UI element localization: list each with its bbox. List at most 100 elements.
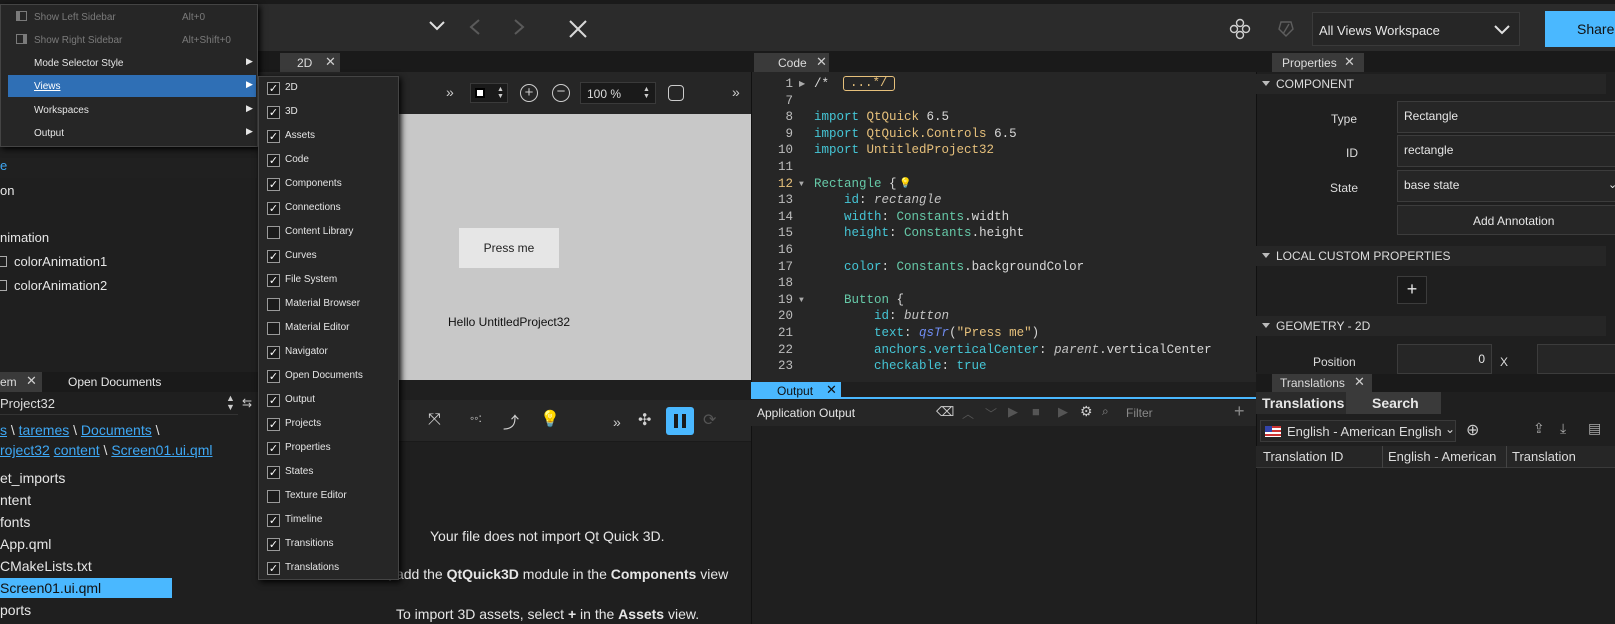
id-field[interactable]: rectangle: [1397, 135, 1615, 167]
code-line[interactable]: 1 ▶ /* ...*/: [751, 76, 1256, 93]
file-item[interactable]: fonts: [0, 514, 30, 530]
checkbox-checked-icon[interactable]: ✓: [267, 562, 280, 575]
background-color-selector[interactable]: ▲ ▼: [470, 83, 508, 103]
code-line[interactable]: 10 import UntitledProject32: [751, 142, 1256, 159]
overflow-icon[interactable]: »: [446, 84, 454, 100]
components-icon[interactable]: [1229, 18, 1251, 40]
navigator-item[interactable]: nimation: [0, 230, 49, 245]
breadcrumb-link[interactable]: Screen01.ui.qml: [111, 442, 212, 458]
checkbox-checked-icon[interactable]: ✓: [267, 370, 280, 383]
checkbox-checked-icon[interactable]: ✓: [267, 202, 280, 215]
file-item[interactable]: et_imports: [0, 470, 65, 486]
back-arrow-icon[interactable]: [468, 18, 482, 36]
code-line[interactable]: 14 width: Constants.width: [751, 209, 1256, 226]
checkbox-checked-icon[interactable]: ✓: [267, 250, 280, 263]
canvas-2d[interactable]: [390, 114, 751, 380]
lightbulb-icon[interactable]: 💡: [899, 176, 911, 193]
view-menu-item[interactable]: Content Library: [259, 221, 397, 244]
view-menu-item[interactable]: ✓ Translations: [259, 557, 397, 580]
menu-item-workspaces[interactable]: Workspaces ▶: [8, 99, 256, 121]
tab-code[interactable]: Code ✕: [754, 53, 829, 72]
import-icon[interactable]: ⤓: [1560, 420, 1566, 437]
menu-item-show-right-sidebar[interactable]: Show Right Sidebar Alt+Shift+0: [8, 29, 256, 51]
filter-input[interactable]: ⌕ Filter: [1100, 403, 1230, 423]
type-field[interactable]: Rectangle: [1397, 101, 1615, 133]
code-line[interactable]: 13 id: rectangle: [751, 192, 1256, 209]
checkbox-checked-icon[interactable]: ✓: [267, 106, 280, 119]
view-menu-item[interactable]: ✓ States: [259, 461, 397, 484]
menu-item-mode-selector-style[interactable]: Mode Selector Style ▶: [8, 52, 256, 74]
tab-file-system[interactable]: em ✕: [0, 372, 42, 392]
column-header[interactable]: Translation ID: [1263, 449, 1343, 464]
view-menu-item[interactable]: Texture Editor: [259, 485, 397, 508]
menu-item-output[interactable]: Output ▶: [8, 122, 256, 144]
code-line[interactable]: 15 height: Constants.height: [751, 225, 1256, 242]
project-selector[interactable]: Project32 ▲ ▼: [0, 393, 238, 415]
breadcrumb-link[interactable]: Documents: [81, 422, 152, 438]
checkbox-checked-icon[interactable]: ✓: [267, 394, 280, 407]
play-icon[interactable]: ▶: [1008, 404, 1018, 420]
report-icon[interactable]: ▤: [1588, 420, 1601, 437]
subtab-translations[interactable]: Translations: [1256, 392, 1346, 414]
file-item[interactable]: ntent: [0, 492, 31, 508]
export-icon[interactable]: ⇪: [1533, 420, 1545, 437]
close-icon[interactable]: ✕: [325, 54, 336, 70]
section-component[interactable]: COMPONENT: [1256, 74, 1606, 94]
language-selector[interactable]: English - American English ⌄: [1260, 420, 1456, 442]
collapsed-marker[interactable]: ...*/: [843, 76, 895, 91]
sync-icon[interactable]: ⇆: [242, 396, 252, 410]
checkbox-checked-icon[interactable]: ✓: [267, 514, 280, 527]
gear-icon[interactable]: ⚙: [1080, 403, 1093, 420]
view-menu-item[interactable]: ✓ Timeline: [259, 509, 397, 532]
view-menu-item[interactable]: Material Editor: [259, 317, 397, 340]
column-header[interactable]: English - American: [1388, 449, 1496, 464]
position-x-field[interactable]: 0: [1397, 344, 1492, 374]
light-icon[interactable]: 💡: [540, 409, 560, 429]
menu-item-show-left-sidebar[interactable]: Show Left Sidebar Alt+0: [8, 6, 256, 28]
add-property-button[interactable]: +: [1397, 276, 1427, 304]
checkbox-checked-icon[interactable]: ✓: [267, 82, 280, 95]
code-line[interactable]: 12 ▼ Rectangle {💡: [751, 176, 1256, 193]
fold-expanded-icon[interactable]: ▼: [799, 176, 804, 193]
view-menu-item[interactable]: ✓ Open Documents: [259, 365, 397, 388]
breadcrumb-link[interactable]: content: [54, 442, 100, 458]
tab-output[interactable]: Output ✕: [751, 382, 841, 399]
fold-collapsed-icon[interactable]: ▶: [799, 76, 805, 93]
checkbox-checked-icon[interactable]: ✓: [267, 346, 280, 359]
add-annotation-button[interactable]: Add Annotation: [1397, 205, 1615, 235]
replay-icon[interactable]: ⟳: [703, 410, 716, 430]
canvas-hello-text[interactable]: Hello UntitledProject32: [448, 315, 570, 329]
close-document-icon[interactable]: [568, 19, 588, 39]
code-line[interactable]: 20 id: button: [751, 308, 1256, 325]
column-header[interactable]: Translation: [1512, 449, 1576, 464]
code-line[interactable]: 16: [751, 242, 1256, 259]
pause-button[interactable]: [666, 407, 694, 435]
checkbox-checked-icon[interactable]: ✓: [267, 538, 280, 551]
clear-icon[interactable]: ⌫: [936, 404, 954, 420]
view-menu-item[interactable]: Material Browser: [259, 293, 397, 316]
checkbox-checked-icon[interactable]: ✓: [267, 154, 280, 167]
fold-expanded-icon[interactable]: ▼: [799, 292, 804, 309]
menu-item-views[interactable]: Views ▶: [8, 75, 256, 97]
globe-icon[interactable]: ⊕: [1466, 420, 1479, 440]
view-menu-item[interactable]: ✓ Navigator: [259, 341, 397, 364]
add-icon[interactable]: +: [1234, 401, 1245, 422]
file-item[interactable]: ports: [0, 602, 31, 618]
checkbox-icon[interactable]: [267, 322, 280, 335]
checkbox-checked-icon[interactable]: ✓: [267, 418, 280, 431]
checkbox-icon[interactable]: [267, 226, 280, 239]
up-icon[interactable]: ︿: [962, 405, 974, 422]
particles-icon[interactable]: ✣: [638, 410, 651, 430]
subtab-search[interactable]: Search: [1346, 392, 1441, 414]
checkbox-checked-icon[interactable]: ✓: [267, 442, 280, 455]
navigator-item[interactable]: colorAnimation2: [14, 278, 107, 293]
checkbox-icon[interactable]: [267, 490, 280, 503]
close-icon[interactable]: ✕: [1354, 374, 1365, 390]
workspace-selector[interactable]: All Views Workspace: [1312, 12, 1520, 46]
breadcrumb-link[interactable]: s: [0, 422, 7, 438]
view-menu-item[interactable]: ✓ Curves: [259, 245, 397, 268]
file-item[interactable]: Screen01.ui.qml: [0, 580, 101, 596]
file-dropdown-chevron-icon[interactable]: [428, 16, 446, 34]
stop-icon[interactable]: ■: [1032, 404, 1040, 419]
tab-2d[interactable]: 2D ✕: [280, 53, 340, 72]
